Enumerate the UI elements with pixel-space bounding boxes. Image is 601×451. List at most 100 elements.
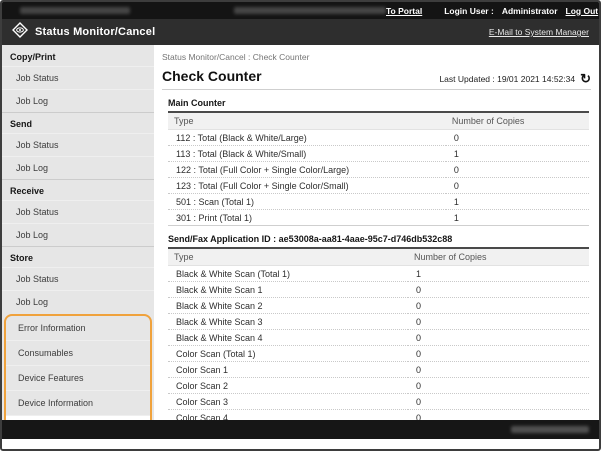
sidebar-section-label: Send bbox=[2, 112, 154, 133]
main-counter-section: Main Counter Type Number of Copies 112 :… bbox=[168, 98, 589, 226]
sidebar-item-copyprint-job-log[interactable]: Job Log bbox=[2, 89, 154, 112]
sendfax-counter-table: Type Number of Copies Black & White Scan… bbox=[168, 249, 589, 420]
table-row: Color Scan 40 bbox=[168, 410, 589, 421]
copies-cell: 0 bbox=[408, 314, 589, 330]
copies-cell: 0 bbox=[408, 394, 589, 410]
sidebar-item-receive-job-log[interactable]: Job Log bbox=[2, 223, 154, 246]
table-row: 112 : Total (Black & White/Large)0 bbox=[168, 130, 589, 146]
sidebar-item-error-information[interactable]: Error Information bbox=[6, 316, 150, 340]
sidebar-section-copy-print: Copy/Print Job Status Job Log bbox=[2, 46, 154, 112]
type-cell: Black & White Scan 3 bbox=[168, 314, 408, 330]
main-counter-heading: Main Counter bbox=[168, 98, 589, 113]
breadcrumb: Status Monitor/Cancel : Check Counter bbox=[162, 52, 591, 62]
sidebar-section-label: Store bbox=[2, 246, 154, 267]
type-cell: Color Scan 4 bbox=[168, 410, 408, 421]
page-title: Check Counter bbox=[162, 68, 262, 84]
sidebar: Copy/Print Job Status Job Log Send Job S… bbox=[2, 45, 154, 420]
bottom-strip bbox=[2, 439, 599, 449]
main-counter-table: Type Number of Copies 112 : Total (Black… bbox=[168, 113, 589, 226]
sidebar-section-send: Send Job Status Job Log bbox=[2, 112, 154, 179]
sidebar-item-device-information[interactable]: Device Information bbox=[6, 390, 150, 415]
device-identity bbox=[2, 7, 386, 14]
type-cell: Black & White Scan (Total 1) bbox=[168, 266, 408, 282]
sidebar-item-consumables[interactable]: Consumables bbox=[6, 340, 150, 365]
login-user-label: Login User : bbox=[444, 6, 494, 16]
main-content: Status Monitor/Cancel : Check Counter Ch… bbox=[154, 45, 599, 420]
table-row: Black & White Scan 30 bbox=[168, 314, 589, 330]
log-out-link[interactable]: Log Out bbox=[566, 6, 599, 16]
copies-cell: 0 bbox=[408, 298, 589, 314]
type-cell: Black & White Scan 2 bbox=[168, 298, 408, 314]
table-row: Color Scan (Total 1)0 bbox=[168, 346, 589, 362]
table-row: 123 : Total (Full Color + Single Color/S… bbox=[168, 178, 589, 194]
device-model-redacted bbox=[234, 7, 386, 14]
sidebar-item-copyprint-job-status[interactable]: Job Status bbox=[2, 66, 154, 89]
type-cell: 122 : Total (Full Color + Single Color/L… bbox=[168, 162, 446, 178]
sidebar-item-store-job-status[interactable]: Job Status bbox=[2, 267, 154, 290]
table-row: 113 : Total (Black & White/Small)1 bbox=[168, 146, 589, 162]
copies-cell: 0 bbox=[408, 330, 589, 346]
type-cell: 123 : Total (Full Color + Single Color/S… bbox=[168, 178, 446, 194]
app-title-text: Status Monitor/Cancel bbox=[35, 26, 155, 38]
sidebar-section-label: Receive bbox=[2, 179, 154, 200]
copies-cell: 0 bbox=[408, 282, 589, 298]
top-bar: To Portal Login User : Administrator Log… bbox=[2, 2, 599, 19]
sidebar-item-store-job-log[interactable]: Job Log bbox=[2, 290, 154, 313]
copyright-redacted bbox=[511, 426, 589, 433]
sidebar-item-send-job-status[interactable]: Job Status bbox=[2, 133, 154, 156]
top-bar-links: To Portal Login User : Administrator Log… bbox=[386, 6, 601, 16]
last-updated-text: Last Updated : 19/01 2021 14:52:34 bbox=[439, 74, 575, 84]
type-cell: 301 : Print (Total 1) bbox=[168, 210, 446, 226]
table-row: Color Scan 30 bbox=[168, 394, 589, 410]
type-cell: 501 : Scan (Total 1) bbox=[168, 194, 446, 210]
copies-cell: 0 bbox=[408, 362, 589, 378]
table-row: Black & White Scan 20 bbox=[168, 298, 589, 314]
footer-bar bbox=[2, 420, 599, 439]
sidebar-item-device-features[interactable]: Device Features bbox=[6, 365, 150, 390]
to-portal-link[interactable]: To Portal bbox=[386, 6, 422, 16]
login-user-value: Administrator bbox=[502, 6, 558, 16]
table-row: Color Scan 10 bbox=[168, 362, 589, 378]
sendfax-counter-section: Send/Fax Application ID : ae53008a-aa81-… bbox=[168, 234, 589, 420]
copies-cell: 1 bbox=[408, 266, 589, 282]
table-row: Color Scan 20 bbox=[168, 378, 589, 394]
copies-cell: 0 bbox=[408, 346, 589, 362]
type-cell: 112 : Total (Black & White/Large) bbox=[168, 130, 446, 146]
table-row: Black & White Scan (Total 1)1 bbox=[168, 266, 589, 282]
type-cell: Black & White Scan 1 bbox=[168, 282, 408, 298]
sidebar-section-store: Store Job Status Job Log bbox=[2, 246, 154, 313]
email-system-manager-link[interactable]: E-Mail to System Manager bbox=[489, 27, 589, 37]
type-cell: Color Scan 3 bbox=[168, 394, 408, 410]
table-row: 122 : Total (Full Color + Single Color/L… bbox=[168, 162, 589, 178]
sidebar-item-send-job-log[interactable]: Job Log bbox=[2, 156, 154, 179]
sidebar-item-receive-job-status[interactable]: Job Status bbox=[2, 200, 154, 223]
app-title: Status Monitor/Cancel bbox=[2, 22, 489, 43]
table-row: Black & White Scan 10 bbox=[168, 282, 589, 298]
title-divider bbox=[162, 89, 591, 90]
sidebar-section-receive: Receive Job Status Job Log bbox=[2, 179, 154, 246]
sidebar-section-label: Copy/Print bbox=[2, 46, 154, 66]
column-header-copies: Number of Copies bbox=[446, 113, 589, 130]
type-cell: Color Scan (Total 1) bbox=[168, 346, 408, 362]
app-bar: Status Monitor/Cancel E-Mail to System M… bbox=[2, 19, 599, 45]
column-header-copies: Number of Copies bbox=[408, 249, 589, 266]
copies-cell: 0 bbox=[408, 410, 589, 421]
type-cell: Black & White Scan 4 bbox=[168, 330, 408, 346]
copies-cell: 0 bbox=[446, 130, 589, 146]
type-cell: 113 : Total (Black & White/Small) bbox=[168, 146, 446, 162]
device-name-redacted bbox=[20, 7, 130, 14]
type-cell: Color Scan 1 bbox=[168, 362, 408, 378]
table-row: Black & White Scan 40 bbox=[168, 330, 589, 346]
status-monitor-icon bbox=[12, 22, 28, 43]
refresh-icon[interactable]: ↻ bbox=[580, 74, 591, 84]
type-cell: Color Scan 2 bbox=[168, 378, 408, 394]
copies-cell: 1 bbox=[446, 210, 589, 226]
column-header-type: Type bbox=[168, 113, 446, 130]
copies-cell: 0 bbox=[446, 162, 589, 178]
copies-cell: 1 bbox=[446, 194, 589, 210]
copies-cell: 0 bbox=[446, 178, 589, 194]
column-header-type: Type bbox=[168, 249, 408, 266]
copies-cell: 1 bbox=[446, 146, 589, 162]
copies-cell: 0 bbox=[408, 378, 589, 394]
remote-ui-window: To Portal Login User : Administrator Log… bbox=[0, 0, 601, 451]
